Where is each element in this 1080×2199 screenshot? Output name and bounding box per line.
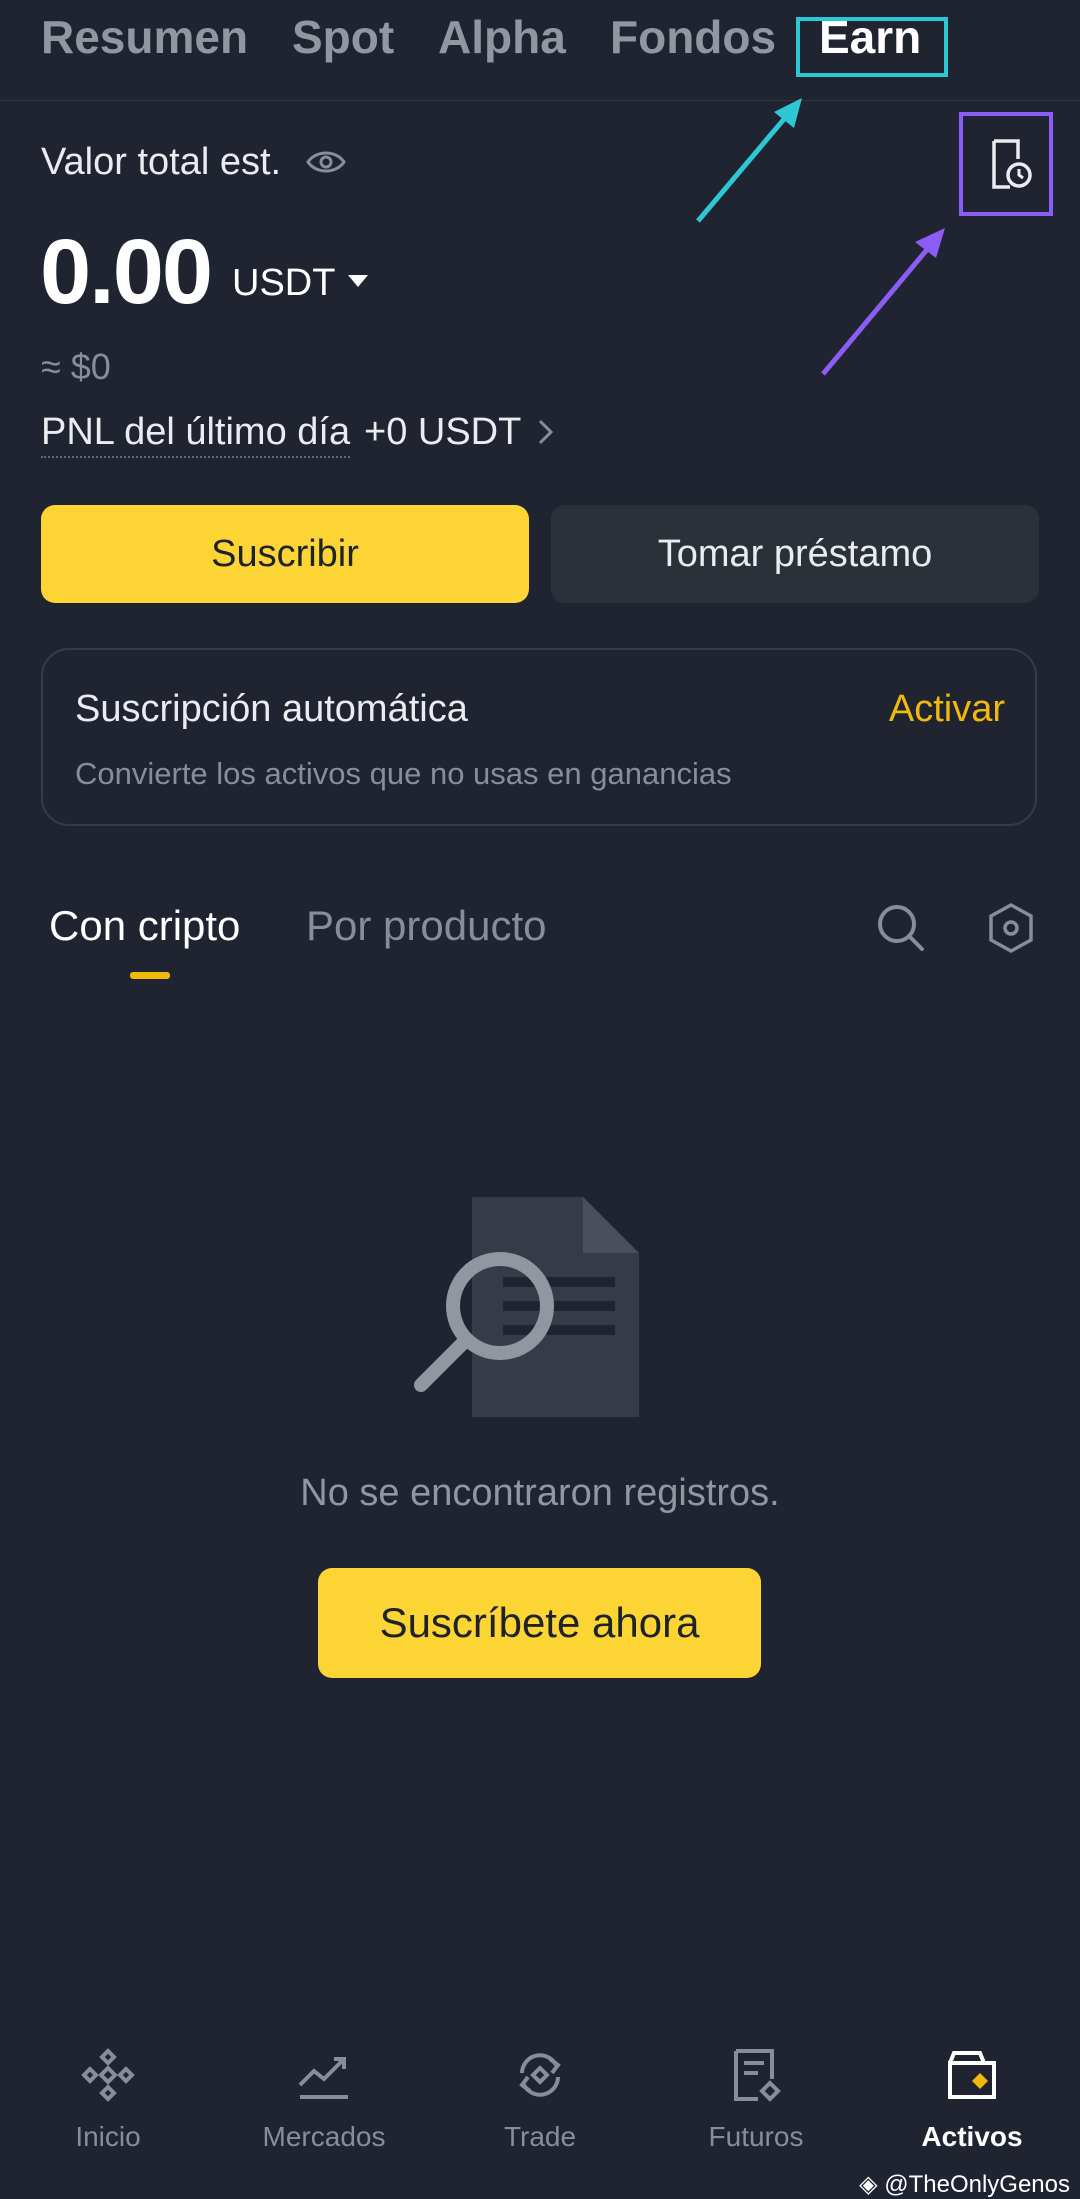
eye-icon[interactable]	[306, 146, 346, 178]
nav-label-futuros: Futuros	[708, 2121, 804, 2152]
chevron-right-icon[interactable]	[536, 417, 556, 447]
search-icon[interactable]	[876, 903, 926, 953]
watermark-diamond-icon: ◈	[859, 2171, 885, 2198]
wallet-icon	[948, 2051, 996, 2099]
auto-subscription-description: Convierte los activos que no usas en gan…	[75, 756, 732, 791]
activate-link[interactable]: Activar	[889, 688, 1005, 731]
nav-mercados[interactable]: Mercados	[216, 2025, 432, 2197]
tab-por-producto[interactable]: Por producto	[306, 902, 546, 950]
purple-arrow-line	[821, 244, 932, 376]
pnl-label[interactable]: PNL del último día	[41, 411, 351, 458]
watermark: ◈ @TheOnlyGenos	[859, 2170, 1070, 2199]
balance-amount: 0.00	[40, 221, 213, 323]
auto-subscription-card: Suscripción automática Activar Convierte…	[41, 648, 1037, 826]
borrow-button[interactable]: Tomar préstamo	[551, 505, 1039, 603]
home-logo-icon	[81, 2048, 135, 2102]
cyan-arrow-line	[696, 110, 792, 223]
chart-trend-icon	[298, 2057, 348, 2099]
nav-trade[interactable]: Trade	[432, 2025, 648, 2197]
history-icon[interactable]	[988, 137, 1032, 191]
watermark-text: @TheOnlyGenos	[884, 2171, 1070, 2198]
empty-state-message: No se encontraron registros.	[300, 1472, 780, 1514]
nav-inicio[interactable]: Inicio	[0, 2025, 216, 2197]
nav-label-inicio: Inicio	[75, 2121, 141, 2152]
pnl-value: +0 USDT	[364, 411, 522, 453]
currency-selector[interactable]: USDT	[232, 262, 335, 305]
active-tab-indicator	[130, 972, 170, 979]
nav-futuros[interactable]: Futuros	[648, 2025, 864, 2197]
futures-document-icon	[734, 2049, 781, 2102]
caret-down-icon[interactable]	[348, 275, 368, 287]
no-records-illustration	[414, 1197, 639, 1417]
nav-label-mercados: Mercados	[262, 2121, 386, 2152]
annotation-arrows	[696, 98, 945, 376]
tab-con-cripto[interactable]: Con cripto	[49, 902, 240, 950]
nav-label-trade: Trade	[503, 2121, 577, 2152]
total-value-label: Valor total est.	[41, 141, 282, 183]
usd-equivalent: ≈ $0	[41, 346, 111, 387]
purple-arrow-head	[915, 228, 945, 258]
trade-swap-icon	[519, 2053, 561, 2097]
subscribe-button[interactable]: Suscribir	[41, 505, 529, 603]
subscribe-now-button[interactable]: Suscríbete ahora	[318, 1568, 761, 1678]
nav-label-activos: Activos	[921, 2121, 1023, 2152]
filter-hexagon-icon[interactable]	[987, 902, 1035, 954]
auto-subscription-title: Suscripción automática	[75, 688, 468, 730]
